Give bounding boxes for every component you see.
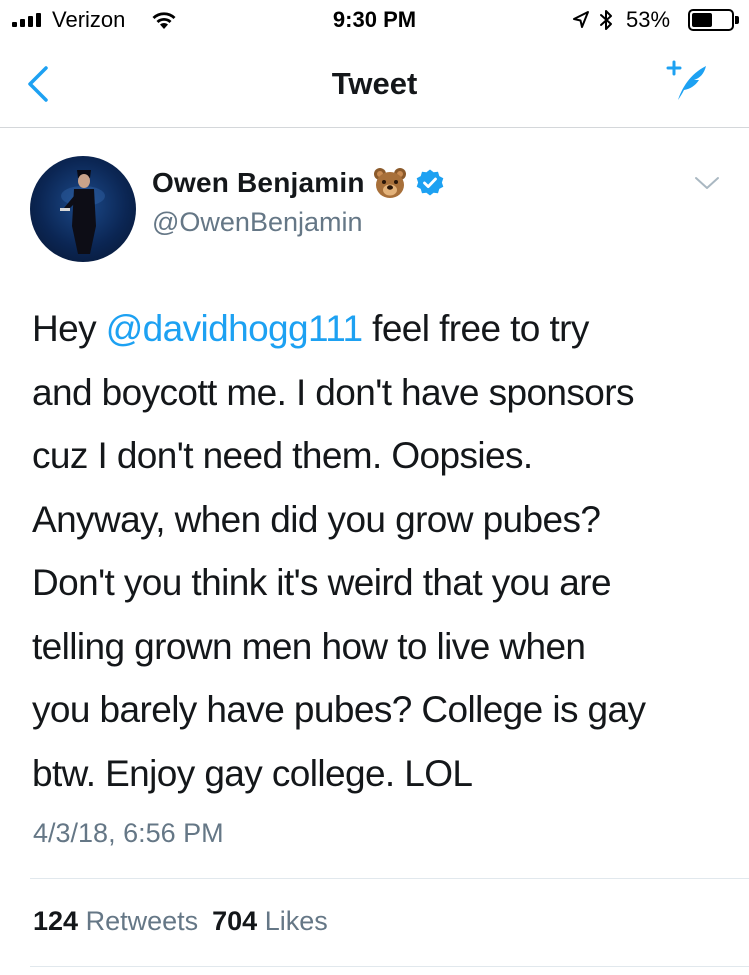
compose-tweet-icon [666, 60, 706, 100]
divider [30, 878, 749, 879]
bear-face-icon [373, 168, 406, 198]
battery-icon [688, 9, 734, 31]
location-arrow-icon [572, 10, 590, 35]
divider [30, 966, 749, 967]
verified-badge-icon [416, 169, 443, 196]
chevron-down-icon [695, 177, 719, 189]
tweet-options-button[interactable] [692, 172, 722, 194]
retweets-count: 124 [33, 906, 79, 936]
page-title: Tweet [331, 66, 418, 101]
retweets-stat[interactable]: 124 Retweets [33, 906, 198, 937]
likes-count: 704 [212, 906, 258, 936]
battery-percentage: 53% [626, 7, 671, 32]
author-display-name[interactable]: Owen Benjamin [152, 167, 365, 199]
compose-tweet-button[interactable] [664, 58, 710, 104]
likes-label: Likes [264, 906, 328, 936]
navigation-bar: Tweet [0, 40, 749, 128]
tweet-text-body: feel free to try and boycott me. I don't… [32, 308, 646, 794]
tweet-text-prefix: Hey [32, 308, 106, 349]
status-bar: Verizon 9:30 PM 53% [0, 0, 749, 40]
mention-link[interactable]: @davidhogg111 [106, 308, 363, 349]
avatar[interactable] [30, 156, 136, 262]
likes-stat[interactable]: 704 Likes [212, 906, 328, 937]
retweets-label: Retweets [85, 906, 199, 936]
author-name-row: Owen Benjamin [152, 167, 445, 199]
battery-level-fill [692, 13, 712, 27]
tweet-timestamp: 4/3/18, 6:56 PM [33, 818, 224, 848]
battery-terminal [735, 16, 739, 24]
author-handle[interactable]: @OwenBenjamin [152, 207, 363, 238]
tweet-stats: 124 Retweets 704 Likes [33, 906, 342, 937]
bluetooth-icon [598, 8, 614, 37]
tweet-text: Hey @davidhogg111 feel free to try and b… [32, 297, 732, 805]
